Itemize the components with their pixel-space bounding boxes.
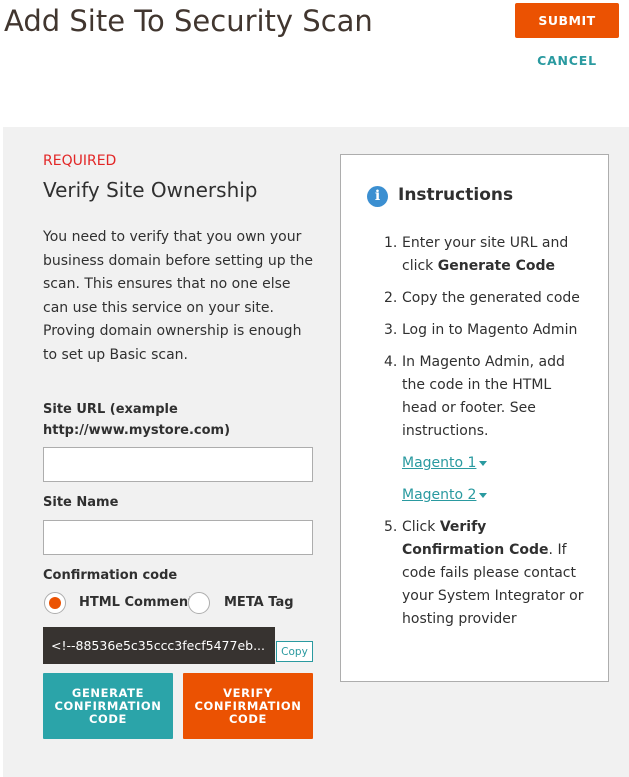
- section-title: Verify Site Ownership: [43, 178, 258, 202]
- confirmation-code-display: <!--88536e5c35ccc3fecf5477eb...: [43, 627, 275, 664]
- step-text: Enter your site URL and click Generate C…: [402, 235, 569, 274]
- intro-text: You need to verify that you own your bus…: [43, 229, 314, 363]
- magento-2-label[interactable]: Magento 2: [402, 487, 476, 503]
- step-number: 2.: [384, 290, 398, 306]
- copy-button[interactable]: Copy: [276, 641, 313, 662]
- generate-code-button[interactable]: GENERATE CONFIRMATION CODE: [43, 673, 173, 739]
- html-comment-label[interactable]: HTML Comment: [79, 595, 194, 610]
- submit-button[interactable]: SUBMIT: [515, 3, 619, 38]
- confirmation-code-label: Confirmation code: [43, 568, 178, 583]
- step-text: In Magento Admin, add the code in the HT…: [402, 354, 565, 439]
- chevron-down-icon: [479, 492, 488, 498]
- step-text: Copy the generated code: [402, 290, 580, 306]
- step-text: Log in to Magento Admin: [402, 322, 578, 338]
- magento-1-label[interactable]: Magento 1: [402, 455, 476, 471]
- instructions-title: Instructions: [398, 185, 514, 205]
- info-icon: i: [367, 186, 388, 207]
- site-url-input[interactable]: [43, 447, 313, 482]
- magento-2-link[interactable]: Magento 2: [402, 487, 488, 503]
- cancel-button[interactable]: CANCEL: [520, 50, 614, 70]
- meta-tag-radio[interactable]: [188, 592, 210, 614]
- verify-code-button[interactable]: VERIFY CONFIRMATION CODE: [183, 673, 313, 739]
- page-title: Add Site To Security Scan: [4, 4, 373, 38]
- step-number: 4.: [384, 354, 398, 370]
- step-number: 3.: [384, 322, 398, 338]
- site-name-label: Site Name: [43, 495, 119, 510]
- step-text: Click Verify Confirmation Code. If code …: [402, 519, 584, 627]
- site-name-input[interactable]: [43, 520, 313, 555]
- site-url-label: Site URL (example http://www.mystore.com…: [43, 402, 231, 438]
- magento-1-link[interactable]: Magento 1: [402, 455, 488, 471]
- required-label: REQUIRED: [43, 153, 117, 169]
- step-number: 5.: [384, 519, 398, 535]
- meta-tag-label[interactable]: META Tag: [224, 595, 294, 610]
- step-number: 1.: [384, 235, 398, 251]
- chevron-down-icon: [479, 460, 488, 466]
- html-comment-radio[interactable]: [44, 592, 66, 614]
